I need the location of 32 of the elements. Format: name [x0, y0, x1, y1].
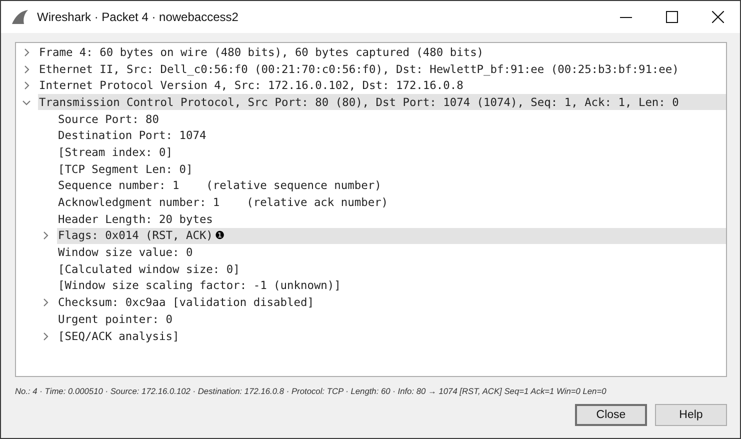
tree-item[interactable]: [SEQ/ACK analysis] — [57, 328, 726, 344]
tree-item[interactable]: Frame 4: 60 bytes on wire (480 bits), 60 bytes captured (480 bits) — [38, 44, 726, 60]
tree-item[interactable]: [TCP Segment Len: 0] — [57, 161, 726, 178]
tree-item[interactable]: Flags: 0x014 (RST, ACK) ❶ — [57, 228, 726, 244]
tree-item[interactable]: Transmission Control Protocol, Src Port: 80 (80), Dst Port: 1074 (1074), Seq: 1, Ack: 1, Len: 0 — [38, 94, 726, 110]
tree-item[interactable]: Sequence number: 1 (relative sequence number) — [57, 178, 726, 194]
tree-item[interactable]: [Calculated window size: 0] — [57, 261, 726, 278]
tree-item[interactable]: Destination Port: 1074 — [57, 128, 726, 144]
tree-item[interactable]: Internet Protocol Version 4, Src: 172.16.0.102, Dst: 172.16.0.8 — [38, 78, 726, 94]
expand-icon[interactable] — [22, 81, 31, 90]
window-title: Wireshark · Packet 4 · nowebaccess2 — [37, 10, 238, 24]
dialog-button[interactable]: Help — [655, 404, 727, 426]
tree-item[interactable]: Header Length: 20 bytes — [57, 211, 726, 228]
packet-summary: No.: 4 · Time: 0.000510 · Source: 172.16.0.102 · Destination: 172.16.0.8 · Protocol: TCP · Length: 60 · Info: 80 → 1074 [RST, ACK] Seq=1 Ack=1 Win=0 Len=0 — [15, 386, 608, 396]
tree-item[interactable]: Urgent pointer: 0 — [57, 311, 726, 328]
dialog-button[interactable]: Close — [575, 404, 647, 426]
tree-item[interactable]: Window size value: 0 — [57, 244, 726, 261]
expand-icon[interactable] — [41, 332, 50, 341]
expand-icon[interactable] — [22, 48, 31, 57]
tree-item[interactable]: Acknowledgment number: 1 (relative ack number) — [57, 194, 726, 211]
maximize-icon[interactable] — [666, 11, 678, 23]
expand-icon[interactable] — [41, 231, 50, 240]
tree-item[interactable]: Ethernet II, Src: Dell_c0:56:f0 (00:21:70:c0:56:f0), Dst: HewlettP_bf:91:ee (00:25:b3:bf:91:ee) — [38, 61, 726, 78]
collapse-icon[interactable] — [22, 98, 31, 107]
tree-item[interactable]: Checksum: 0xc9aa [validation disabled] — [57, 294, 726, 311]
close-icon[interactable] — [712, 11, 724, 23]
expand-icon[interactable] — [41, 298, 50, 308]
tree-item[interactable]: [Window size scaling factor: -1 (unknown)] — [57, 278, 726, 294]
tree-item[interactable]: Source Port: 80 — [57, 111, 726, 128]
shark-fin-icon — [11, 9, 29, 25]
tree-item[interactable]: [Stream index: 0] — [57, 144, 726, 160]
expand-icon[interactable] — [22, 64, 31, 74]
